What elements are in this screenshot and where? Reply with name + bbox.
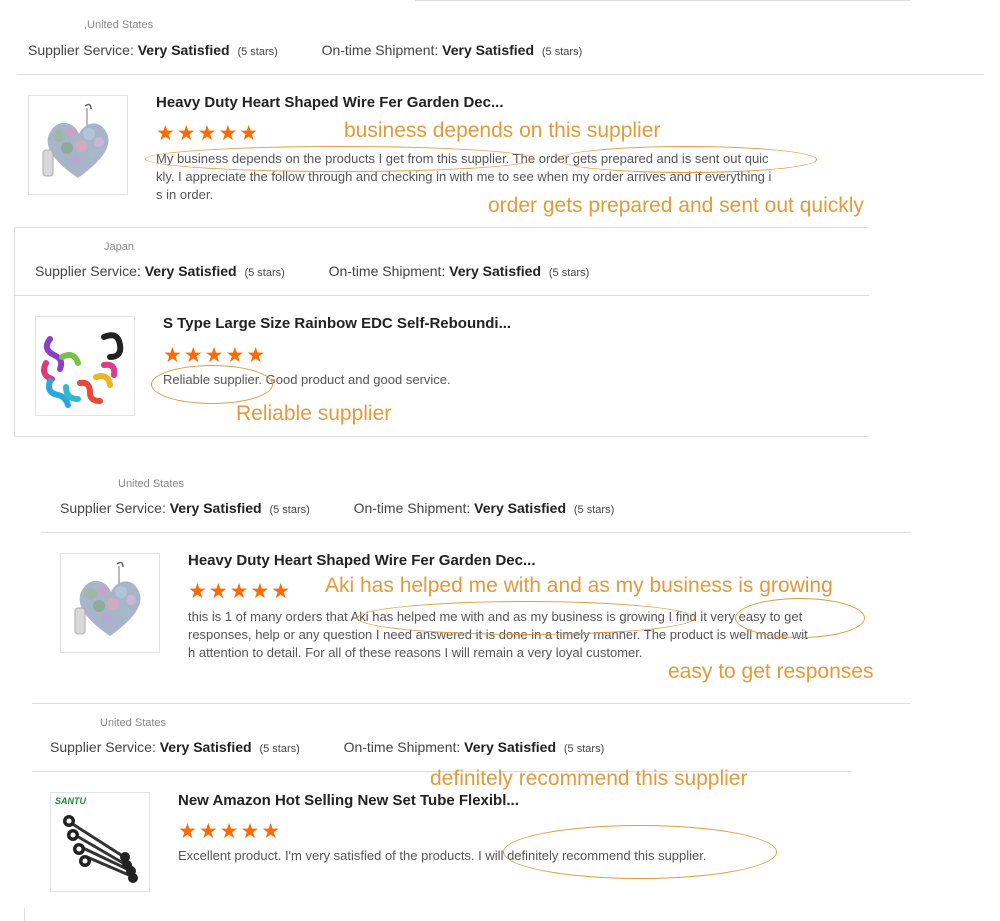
annotation-label: order gets prepared and sent out quickly <box>488 194 864 217</box>
annotation-label: definitely recommend this supplier <box>430 767 748 790</box>
ontime-shipment-label: On-time Shipment: <box>343 739 461 755</box>
ratings-row: Supplier Service: Very Satisfied (5 star… <box>60 500 614 516</box>
ontime-shipment-label: On-time Shipment: <box>353 500 471 516</box>
brand-logo: SANTU <box>55 796 86 806</box>
supplier-service-value: Very Satisfied <box>137 42 230 58</box>
product-title[interactable]: S Type Large Size Rainbow EDC Self-Rebou… <box>163 315 511 332</box>
review-stars: ★★★★★ <box>178 820 283 843</box>
product-title[interactable]: Heavy Duty Heart Shaped Wire Fer Garden … <box>188 552 535 569</box>
rainbow-s-hook-image <box>41 332 124 408</box>
divider <box>14 436 869 437</box>
review-stars: ★★★★★ <box>156 122 261 145</box>
ratings-row: Supplier Service: Very Satisfied (5 star… <box>28 42 582 58</box>
review-stars: ★★★★★ <box>163 344 268 367</box>
product-thumbnail[interactable] <box>28 95 128 195</box>
review-line: My business depends on the products I ge… <box>156 151 769 166</box>
supplier-service-label: Supplier Service: <box>35 263 141 279</box>
annotation-label: business depends on this supplier <box>344 119 661 142</box>
heart-plant-hanger-image <box>74 561 141 636</box>
review-text: Reliable supplier. Good product and good… <box>163 371 451 389</box>
wrench-set-image <box>63 815 138 883</box>
divider <box>415 0 910 1</box>
ontime-shipment-label: On-time Shipment: <box>328 263 446 279</box>
product-thumbnail[interactable] <box>35 316 135 416</box>
review-line: Reliable supplier. Good product and good… <box>163 372 451 387</box>
buyer-country: ,United States <box>84 19 154 31</box>
buyer-country: Japan <box>104 241 134 253</box>
product-title[interactable]: Heavy Duty Heart Shaped Wire Fer Garden … <box>156 94 503 111</box>
supplier-service-label: Supplier Service: <box>60 500 166 516</box>
ontime-shipment-value: Very Satisfied <box>449 263 541 279</box>
buyer-country: United States <box>100 717 167 729</box>
divider <box>14 295 869 296</box>
ontime-shipment-value: Very Satisfied <box>474 500 566 516</box>
supplier-service-value: Very Satisfied <box>169 500 262 516</box>
annotation-label: Reliable supplier <box>236 402 392 425</box>
supplier-service-stars: (5 stars) <box>244 267 285 279</box>
supplier-service-value: Very Satisfied <box>144 263 237 279</box>
heart-plant-hanger-image <box>42 103 109 178</box>
review-line: this is 1 of many orders that Aki has he… <box>188 609 803 624</box>
supplier-service-stars: (5 stars) <box>237 46 278 58</box>
product-title[interactable]: New Amazon Hot Selling New Set Tube Flex… <box>178 792 519 809</box>
ontime-shipment-stars: (5 stars) <box>573 504 615 516</box>
review-line: responses, help or any question I need a… <box>188 627 808 642</box>
ontime-shipment-value: Very Satisfied <box>442 42 534 58</box>
divider <box>32 703 910 704</box>
ontime-shipment-label: On-time Shipment: <box>321 42 439 58</box>
review-text: this is 1 of many orders that Aki has he… <box>188 608 808 662</box>
supplier-service-stars: (5 stars) <box>259 743 300 755</box>
product-thumbnail[interactable] <box>60 553 160 653</box>
review-text: Excellent product. I'm very satisfied of… <box>178 847 707 865</box>
ontime-shipment-stars: (5 stars) <box>548 267 590 279</box>
divider <box>41 532 911 533</box>
annotation-label: Aki has helped me with and as my busines… <box>325 574 833 597</box>
divider <box>14 227 868 228</box>
review-line: Excellent product. I'm very satisfied of… <box>178 848 707 863</box>
review-stars: ★★★★★ <box>188 580 293 603</box>
review-line: kly. I appreciate the follow through and… <box>156 169 772 184</box>
supplier-service-label: Supplier Service: <box>28 42 134 58</box>
block-border <box>14 227 15 436</box>
supplier-service-label: Supplier Service: <box>50 739 156 755</box>
product-thumbnail[interactable]: SANTU <box>50 792 150 892</box>
annotation-label: easy to get responses <box>668 660 874 683</box>
ratings-row: Supplier Service: Very Satisfied (5 star… <box>50 739 604 755</box>
ontime-shipment-stars: (5 stars) <box>563 743 605 755</box>
supplier-service-stars: (5 stars) <box>269 504 310 516</box>
ontime-shipment-stars: (5 stars) <box>541 46 583 58</box>
ratings-row: Supplier Service: Very Satisfied (5 star… <box>35 263 589 279</box>
ontime-shipment-value: Very Satisfied <box>464 739 556 755</box>
block-border <box>24 908 25 921</box>
buyer-country: United States <box>118 478 185 490</box>
supplier-service-value: Very Satisfied <box>159 739 252 755</box>
divider <box>17 74 984 75</box>
